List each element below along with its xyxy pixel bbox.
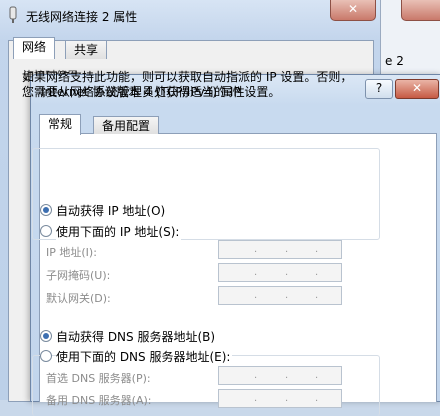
description-line: 如果网络支持此功能，则可以获取自动指派的 IP 设置。否则， bbox=[22, 70, 353, 84]
subnet-mask-field: ... bbox=[218, 263, 342, 282]
tab-network[interactable]: 网络 bbox=[13, 37, 56, 59]
tab-sharing[interactable]: 共享 bbox=[65, 40, 108, 59]
manual-dns-label[interactable]: 使用下面的 DNS 服务器地址(E): bbox=[56, 348, 233, 365]
alternate-dns-label: 备用 DNS 服务器(A): bbox=[46, 394, 152, 407]
tab-general[interactable]: 常规 bbox=[39, 114, 82, 135]
tab-alternate-configuration[interactable]: 备用配置 bbox=[93, 116, 160, 134]
default-gateway-field: ... bbox=[218, 286, 342, 305]
description-line: 您需要从网络系统管理员处获得适当的 IP 设置。 bbox=[22, 85, 281, 99]
close-button[interactable]: ✕ bbox=[330, 0, 376, 21]
ip-address-field: ... bbox=[218, 240, 342, 259]
manual-ip-radio[interactable] bbox=[40, 225, 52, 237]
wireless-adapter-icon bbox=[9, 6, 17, 23]
ip-address-label: IP 地址(I): bbox=[46, 246, 97, 259]
default-gateway-label: 默认网关(D): bbox=[46, 292, 111, 305]
auto-dns-radio[interactable] bbox=[40, 330, 52, 342]
manual-dns-radio[interactable] bbox=[40, 350, 52, 362]
auto-dns-label[interactable]: 自动获得 DNS 服务器地址(B) bbox=[56, 328, 215, 345]
close-button[interactable]: ✕ bbox=[395, 79, 439, 99]
window-title: 无线网络连接 2 属性 bbox=[26, 10, 138, 24]
subnet-mask-label: 子网掩码(U): bbox=[46, 269, 111, 282]
title-bar: 无线网络连接 2 属性 ✕ bbox=[0, 0, 380, 30]
manual-ip-label[interactable]: 使用下面的 IP 地址(S): bbox=[56, 223, 182, 240]
alternate-dns-field: ... bbox=[218, 389, 342, 408]
window-text: e 2 bbox=[385, 54, 404, 68]
close-button[interactable] bbox=[401, 0, 440, 21]
preferred-dns-field: ... bbox=[218, 366, 342, 385]
description-text: 如果网络支持此功能，则可以获取自动指派的 IP 设置。否则， 您需要从网络系统管… bbox=[22, 70, 392, 100]
preferred-dns-label: 首选 DNS 服务器(P): bbox=[46, 372, 151, 385]
